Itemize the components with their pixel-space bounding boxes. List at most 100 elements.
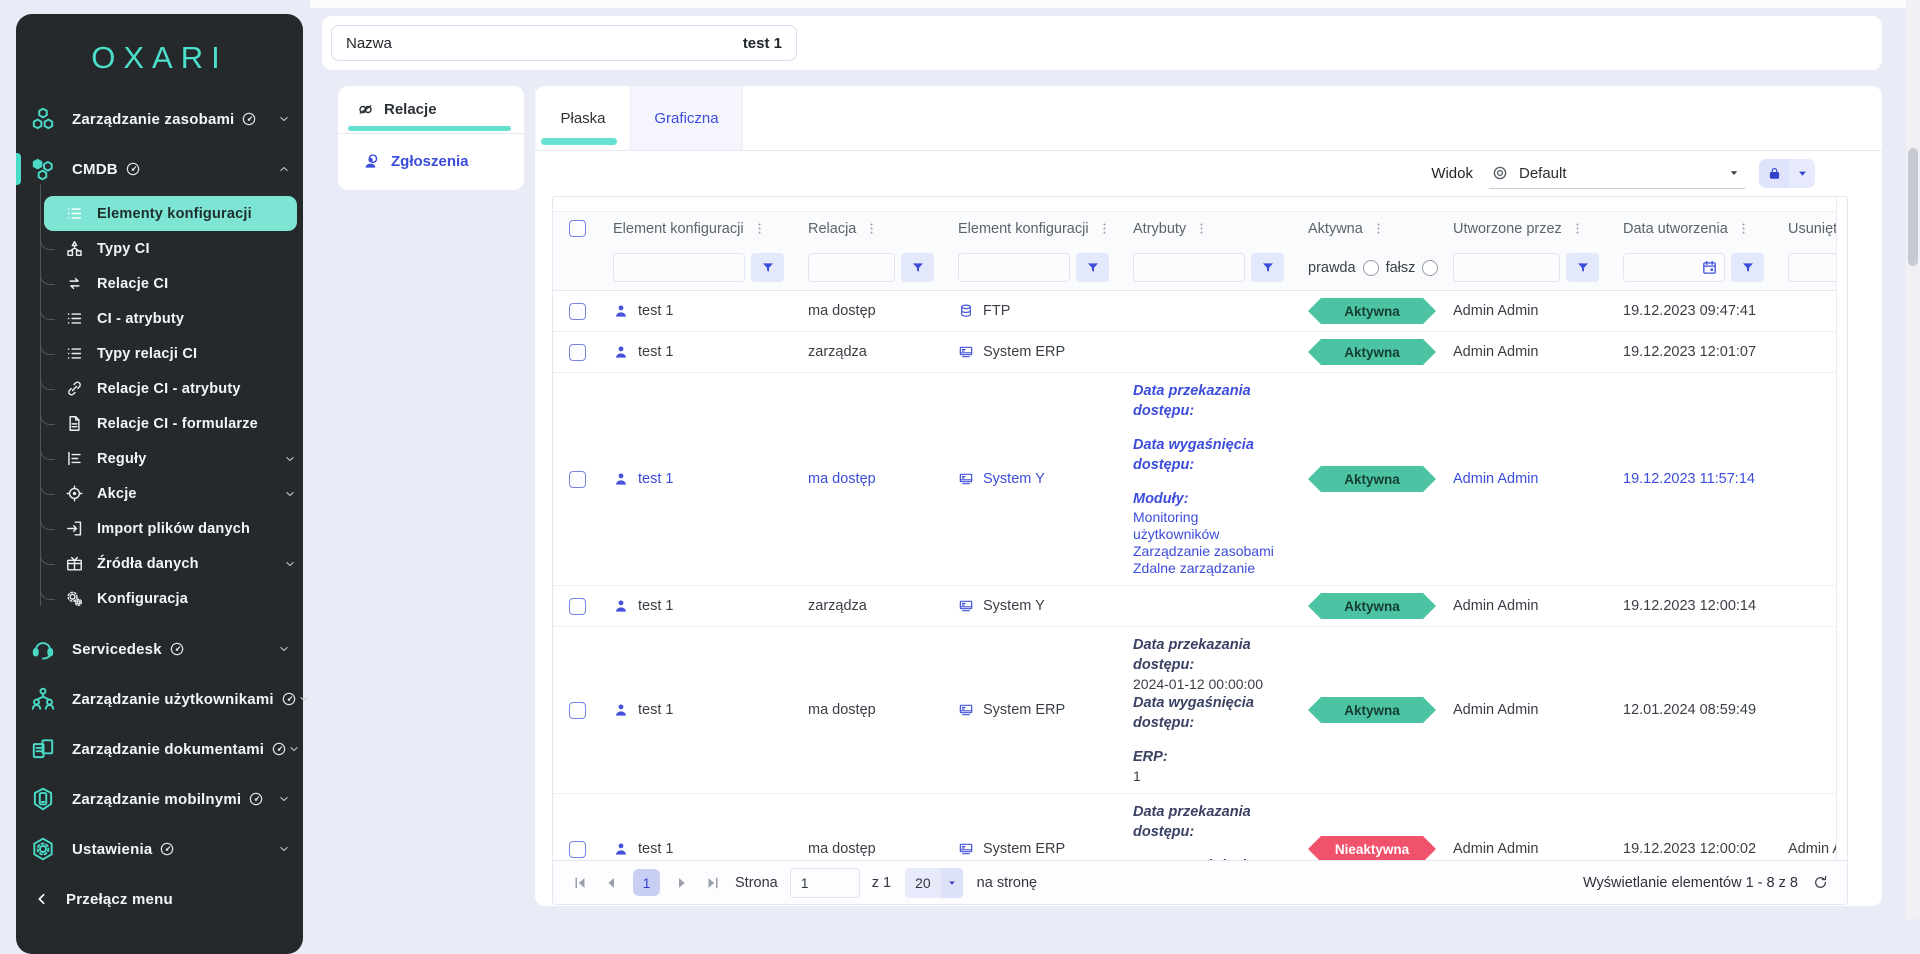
tab-graficzna[interactable]: Graficzna (631, 86, 743, 150)
link-icon (65, 379, 84, 398)
row-checkbox[interactable] (569, 841, 586, 858)
sidebar-item-typy-relacji-ci[interactable]: Typy relacji CI (16, 336, 303, 371)
chevron-up-icon[interactable] (277, 162, 291, 176)
sidebar-item-elementy-konfiguracji[interactable]: Elementy konfiguracji (44, 196, 297, 231)
calendar-icon[interactable] (1701, 259, 1718, 276)
computer-icon (958, 598, 974, 614)
chevron-down-icon[interactable] (297, 692, 311, 706)
column-header-label: Aktywna (1308, 221, 1363, 237)
chevron-down-icon[interactable] (277, 642, 291, 656)
column-filter-input[interactable] (613, 253, 745, 282)
column-menu-icon[interactable] (1371, 221, 1386, 236)
column-menu-icon[interactable] (1097, 221, 1112, 236)
tab-plaska-label: Płaska (560, 110, 605, 127)
name-filter-input[interactable]: Nazwa test 1 (331, 25, 797, 61)
row-checkbox[interactable] (569, 344, 586, 361)
radio-true[interactable] (1363, 260, 1379, 276)
current-page-button[interactable]: 1 (633, 869, 660, 896)
sidebar-item-typy-ci[interactable]: Typy CI (16, 231, 303, 266)
chevron-down-icon[interactable] (277, 842, 291, 856)
attribute-gap (1133, 842, 1288, 856)
column-filter-input[interactable] (1133, 253, 1245, 282)
filter-button[interactable] (1566, 253, 1599, 282)
created-at-cell: 12.01.2024 08:59:49 (1611, 702, 1776, 718)
column-filter-input[interactable] (958, 253, 1070, 282)
attribute-link[interactable]: Zarządzanie zasobami (1133, 543, 1288, 560)
sidebar-item-akcje[interactable]: Akcje (16, 476, 303, 511)
filter-button[interactable] (1731, 253, 1764, 282)
row-checkbox[interactable] (569, 303, 586, 320)
attributes-cell: Data przekazania dostępu:2024-01-12 00:0… (1121, 627, 1296, 793)
sidebar-toggle[interactable]: Przełącz menu (16, 874, 303, 924)
chevron-down-icon[interactable] (277, 792, 291, 806)
filter-button[interactable] (901, 253, 934, 282)
source-ci-cell: test 1 (601, 344, 796, 360)
sidebar-item-servicedesk[interactable]: Servicedesk (16, 624, 303, 674)
sidebar-item-relacje-ci-formularze[interactable]: Relacje CI - formularze (16, 406, 303, 441)
filter-button[interactable] (1076, 253, 1109, 282)
view-select[interactable]: Default (1489, 159, 1745, 189)
previous-page-button[interactable] (602, 874, 620, 892)
row-checkbox[interactable] (569, 598, 586, 615)
sidebar-item-relacje-ci-atrybuty[interactable]: Relacje CI - atrybuty (16, 371, 303, 406)
filter-button[interactable] (751, 253, 784, 282)
sidebar-item-zarzadzanie-dokumentami[interactable]: Zarządzanie dokumentami (16, 724, 303, 774)
sidebar-item-zrodla-danych[interactable]: Źródła danych (16, 546, 303, 581)
tab-plaska[interactable]: Płaska (535, 86, 631, 150)
relations-tab[interactable]: Relacje (338, 86, 524, 134)
radio-false[interactable] (1422, 260, 1438, 276)
relation-cell: zarządza (796, 598, 946, 614)
column-menu-icon[interactable] (864, 221, 879, 236)
sidebar-item-import-plikow-danych[interactable]: Import plików danych (16, 511, 303, 546)
sidebar-item-ci-atrybuty[interactable]: CI - atrybuty (16, 301, 303, 336)
sidebar-item-cmdb[interactable]: CMDB (16, 144, 303, 194)
sidebar-item-reguly[interactable]: Reguły (16, 441, 303, 476)
sidebar-item-konfiguracja[interactable]: Konfiguracja (16, 581, 303, 616)
sidebar-submenu-cmdb: Elementy konfiguracjiTypy CIRelacje CICI… (16, 194, 303, 624)
filter-button[interactable] (1251, 253, 1284, 282)
column-filter-input[interactable] (808, 253, 895, 282)
chevron-down-icon[interactable] (277, 112, 291, 126)
window-scrollbar[interactable] (1906, 0, 1920, 919)
row-checkbox[interactable] (569, 471, 586, 488)
panel-item-zgloszenia[interactable]: Zgłoszenia (338, 134, 524, 188)
column-menu-icon[interactable] (752, 221, 767, 236)
filter-cell-7 (1776, 253, 1837, 282)
refresh-icon[interactable] (1812, 874, 1829, 891)
column-header-label: Element konfiguracji (613, 221, 744, 237)
last-page-button[interactable] (704, 874, 722, 892)
page-number-input[interactable] (790, 868, 860, 898)
window-scrollbar-thumb[interactable] (1908, 148, 1918, 266)
mobile-icon (30, 786, 56, 812)
column-filter-input[interactable] (1788, 253, 1837, 282)
chevron-down-icon[interactable] (287, 742, 301, 756)
sidebar-item-ustawienia[interactable]: Ustawienia (16, 824, 303, 874)
sidebar-item-zarzadzanie-uzytkownikami[interactable]: Zarządzanie użytkownikami (16, 674, 303, 724)
view-options-button[interactable] (1789, 159, 1815, 188)
next-page-button[interactable] (673, 874, 691, 892)
attribute-link[interactable]: Monitoring użytkowników (1133, 509, 1288, 543)
rules-icon (65, 449, 84, 468)
sidebar-item-zarzadzanie-zasobami[interactable]: Zarządzanie zasobami (16, 94, 303, 144)
attribute-link[interactable]: Zdalne zarządzanie (1133, 560, 1288, 577)
first-page-button[interactable] (571, 874, 589, 892)
column-filter-input[interactable] (1453, 253, 1560, 282)
chevron-down-icon[interactable] (283, 487, 297, 501)
column-header-relacja: Relacja (796, 221, 946, 237)
page-label: Strona (735, 875, 778, 891)
column-menu-icon[interactable] (1570, 221, 1585, 236)
page-size-select[interactable]: 20 (905, 868, 963, 898)
sidebar-item-relacje-ci[interactable]: Relacje CI (16, 266, 303, 301)
row-checkbox[interactable] (569, 702, 586, 719)
select-all-checkbox[interactable] (569, 220, 586, 237)
gauge-icon (241, 111, 257, 127)
row-checkbox-cell (553, 303, 601, 320)
lock-view-button[interactable] (1759, 159, 1789, 188)
chevron-down-icon[interactable] (283, 452, 297, 466)
column-menu-icon[interactable] (1736, 221, 1751, 236)
column-menu-icon[interactable] (1194, 221, 1209, 236)
sidebar-item-zarzadzanie-mobilnymi[interactable]: Zarządzanie mobilnymi (16, 774, 303, 824)
sidebar-item-label: Konfiguracja (97, 591, 188, 607)
chevron-down-icon[interactable] (283, 557, 297, 571)
attributes-cell (1121, 344, 1296, 360)
